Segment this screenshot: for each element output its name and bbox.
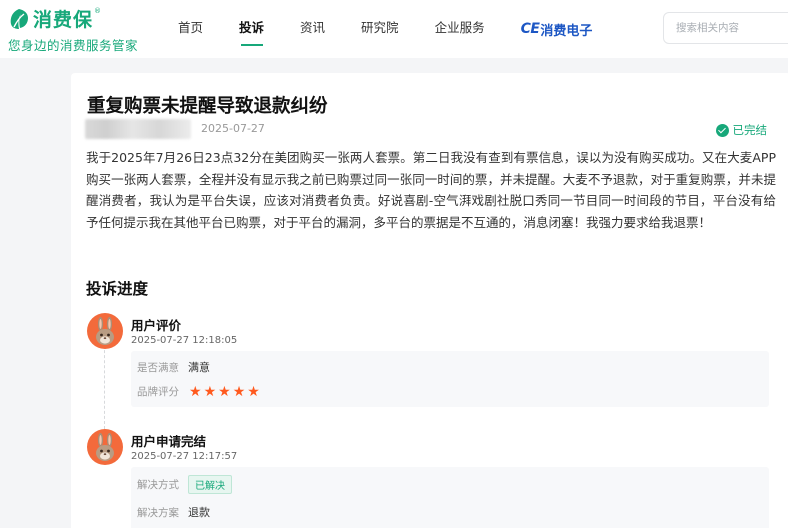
star-icon: ★ xyxy=(218,383,231,400)
satisfaction-row: 是否满意 满意 xyxy=(137,359,210,375)
brand-slogan: 您身边的消费服务管家 xyxy=(8,38,139,53)
method-row: 解决方式 已解决 xyxy=(137,475,232,494)
main-nav: 首页 投诉 资讯 研究院 企业服务 CE 消费电子 xyxy=(160,0,610,58)
rabbit-avatar-icon xyxy=(87,429,123,465)
timeline-connector xyxy=(104,345,105,429)
method-label: 解决方式 xyxy=(137,479,179,491)
progress-section-title: 投诉进度 xyxy=(86,280,149,298)
plan-value: 退款 xyxy=(188,506,210,519)
leaf-logo-icon xyxy=(8,8,30,30)
timeline-item-time: 2025-07-27 12:17:57 xyxy=(131,451,238,462)
complaint-title: 重复购票未提醒导致退款纠纷 xyxy=(87,96,328,117)
consumer-electronics-label: 消费电子 xyxy=(540,23,593,39)
search-input[interactable] xyxy=(664,13,788,43)
rating-label: 品牌评分 xyxy=(137,386,179,398)
rating-stars: ★ ★ ★ ★ ★ xyxy=(189,385,262,399)
status-badge: 已完结 xyxy=(715,122,768,138)
nav-item-enterprise[interactable]: 企业服务 xyxy=(417,0,503,58)
timeline-item-details: 是否满意 满意 品牌评分 ★ ★ ★ ★ ★ xyxy=(131,351,769,407)
star-icon: ★ xyxy=(247,383,260,400)
nav-item-home[interactable]: 首页 xyxy=(160,0,221,58)
nav-item-consumer-electronics[interactable]: CE 消费电子 xyxy=(503,0,611,58)
complaint-body: 我于2025年7月26日23点32分在美团购买一张两人套票。第二日我没有查到有票… xyxy=(86,150,776,230)
star-icon: ★ xyxy=(189,383,202,400)
site-logo[interactable]: 消费保 ® 您身边的消费服务管家 xyxy=(8,5,138,54)
nav-item-complaints[interactable]: 投诉 xyxy=(221,0,282,58)
nav-item-news[interactable]: 资讯 xyxy=(282,0,343,58)
timeline-item-time: 2025-07-27 12:18:05 xyxy=(131,335,238,346)
ce-logo: CE xyxy=(520,21,540,37)
registered-mark: ® xyxy=(94,6,102,15)
star-icon: ★ xyxy=(203,383,217,400)
plan-label: 解决方案 xyxy=(137,506,179,519)
status-label: 已完结 xyxy=(732,123,768,137)
timeline-item-details: 解决方式 已解决 解决方案 退款 xyxy=(131,467,769,528)
complaint-date: 2025-07-27 xyxy=(201,122,265,135)
method-value-tag: 已解决 xyxy=(188,475,232,494)
author-name-blurred xyxy=(85,119,191,139)
satisfaction-label: 是否满意 xyxy=(137,361,179,374)
complaint-card: 重复购票未提醒导致退款纠纷 2025-07-27 已完结 我于2025年7月26… xyxy=(71,73,788,528)
nav-item-research[interactable]: 研究院 xyxy=(343,0,417,58)
site-header: 消费保 ® 您身边的消费服务管家 首页 投诉 资讯 研究院 企业服务 CE 消费… xyxy=(0,0,788,58)
search-box xyxy=(663,12,788,44)
rating-row: 品牌评分 ★ ★ ★ ★ ★ xyxy=(137,384,262,399)
brand-name: 消费保 xyxy=(33,9,94,31)
complaint-meta: 2025-07-27 已完结 xyxy=(85,119,775,141)
rabbit-avatar-icon xyxy=(87,313,123,349)
star-icon: ★ xyxy=(232,383,246,400)
timeline-item-title: 用户评价 xyxy=(131,318,182,333)
timeline-item-title: 用户申请完结 xyxy=(131,434,207,449)
satisfaction-value: 满意 xyxy=(188,361,210,374)
plan-row: 解决方案 退款 xyxy=(137,504,210,520)
check-circle-icon xyxy=(715,123,729,137)
